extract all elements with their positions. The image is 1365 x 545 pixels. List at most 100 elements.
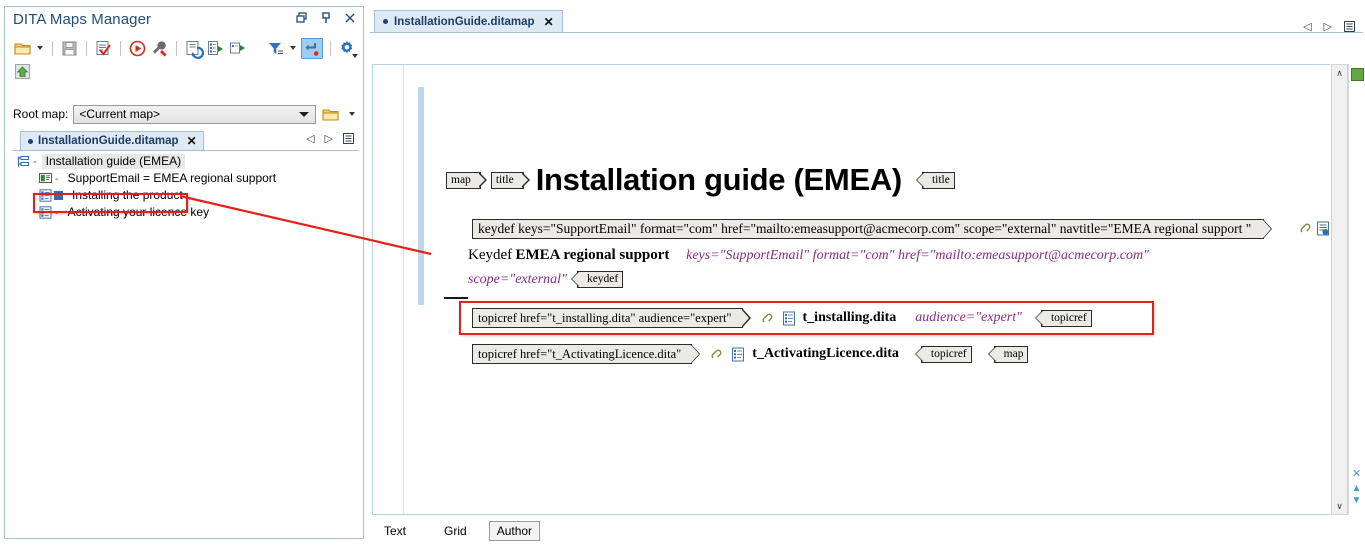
editor-tab-label: InstallationGuide.ditamap: [394, 15, 535, 28]
tab-grid[interactable]: Grid: [436, 521, 475, 541]
toolbar-separator: [52, 40, 53, 56]
root-map-value: <Current map>: [79, 107, 161, 121]
tree-row-installation-guide[interactable]: - Installation guide (EMEA): [11, 153, 360, 170]
panel-tab-label: InstallationGuide.ditamap: [38, 135, 179, 147]
panel-window-buttons: [295, 11, 357, 25]
close-editor-tab-icon[interactable]: ✕: [544, 15, 554, 29]
scroll-up-icon[interactable]: ∧: [1332, 65, 1347, 81]
keydef-link-icon[interactable]: [1299, 221, 1313, 235]
panel-tab-nav: ◁ ▷: [306, 132, 354, 145]
keydef-line2: scope="external" keydef: [468, 271, 1288, 288]
keydef-end-tag[interactable]: keydef: [570, 271, 624, 288]
refresh-references-icon[interactable]: [184, 39, 205, 59]
chevron-down-icon: [299, 112, 309, 117]
keydef-body: Keydef EMEA regional support keys="Suppo…: [468, 247, 1288, 288]
marker-overview-bar[interactable]: ✕ ▲ ▼: [1348, 64, 1364, 515]
status-badge: [1351, 68, 1364, 81]
previous-icon[interactable]: ◁: [306, 132, 314, 145]
editor-tab-nav: ◁ ▷: [1303, 20, 1355, 33]
close-markers-icon[interactable]: ✕: [1350, 468, 1363, 481]
previous-marker-icon[interactable]: ▲: [1350, 483, 1363, 495]
keydef-navtitle: EMEA regional support: [515, 247, 670, 263]
expand-all-icon[interactable]: [206, 39, 225, 58]
toolbar-separator: [120, 40, 121, 56]
topicref-end-tag[interactable]: topicref: [914, 345, 972, 363]
author-canvas[interactable]: map title Installation guide (EMEA) titl…: [372, 64, 1330, 515]
panel-tab-installationguide[interactable]: InstallationGuide.ditamap ✕: [20, 131, 204, 150]
root-map-row: Root map: <Current map>: [13, 104, 357, 124]
map-start-tag[interactable]: map: [446, 171, 487, 189]
browse-dropdown-caret-icon[interactable]: [349, 112, 355, 116]
title-start-tag[interactable]: title: [490, 171, 530, 189]
save-icon[interactable]: [60, 39, 79, 58]
tree-row-label: SupportEmail = EMEA regional support: [67, 171, 277, 185]
vertical-scrollbar[interactable]: ∧ ∨: [1331, 64, 1348, 515]
restore-icon[interactable]: [295, 11, 309, 25]
settings-gear-icon[interactable]: [338, 39, 358, 58]
open-folder-icon[interactable]: [13, 39, 32, 58]
pin-icon[interactable]: [319, 11, 333, 25]
panel-tabstrip: InstallationGuide.ditamap ✕ ◁ ▷: [12, 131, 359, 151]
map-end-tag[interactable]: map: [987, 345, 1029, 363]
dita-maps-manager-panel: DITA Maps Manager Root map: <Current map…: [4, 6, 364, 539]
topicref-row-activating[interactable]: topicref href="t_ActivatingLicence.dita"…: [472, 344, 1029, 364]
scroll-down-icon[interactable]: ∨: [1332, 498, 1347, 514]
keydef-attribute-tag[interactable]: keydef keys="SupportEmail" format="com" …: [472, 219, 1273, 239]
keydef-attrs-line1: keys="SupportEmail" format="com" href="m…: [686, 248, 1149, 263]
panel-title-bar: DITA Maps Manager: [5, 7, 363, 33]
tree-row-supportemail[interactable]: - SupportEmail = EMEA regional support: [11, 170, 360, 187]
block-rule-line: [444, 297, 468, 299]
configure-transform-icon[interactable]: [150, 39, 169, 58]
go-up-home-icon[interactable]: [13, 62, 32, 81]
keydef-icon: [11, 172, 52, 185]
tab-author[interactable]: Author: [488, 521, 541, 541]
keydef-reference-icon[interactable]: [1316, 221, 1330, 236]
editor-mode-tabs: Text Grid Author: [376, 520, 541, 542]
tab-list-icon[interactable]: [343, 133, 354, 144]
topicref-file-label: t_ActivatingLicence.dita: [752, 346, 899, 361]
modified-dot-icon: [383, 19, 388, 24]
element-depth-bar: [418, 87, 424, 305]
topic-file-icon: [731, 347, 745, 362]
map-root-icon: [11, 155, 30, 168]
transform-run-icon[interactable]: [128, 39, 147, 58]
editor-canvas-wrap: map title Installation guide (EMEA) titl…: [372, 39, 1364, 517]
document-title: Installation guide (EMEA): [535, 162, 903, 197]
next-icon[interactable]: ▷: [325, 132, 333, 145]
validate-icon[interactable]: [94, 39, 113, 58]
root-map-label: Root map:: [13, 107, 69, 121]
tree-marker: -: [33, 155, 37, 168]
settings-caret-icon[interactable]: [352, 53, 358, 58]
editor-area: InstallationGuide.ditamap ✕ ◁ ▷ map titl…: [370, 6, 1364, 545]
root-map-combobox[interactable]: <Current map>: [73, 104, 316, 124]
next-marker-icon[interactable]: ▼: [1350, 495, 1363, 507]
editor-tab-installationguide[interactable]: InstallationGuide.ditamap ✕: [374, 10, 563, 32]
close-icon[interactable]: [343, 11, 357, 25]
topicref-link-icon[interactable]: [710, 347, 724, 361]
previous-editor-icon[interactable]: ◁: [1303, 20, 1311, 33]
browse-folder-icon[interactable]: [321, 105, 342, 124]
next-editor-icon[interactable]: ▷: [1324, 20, 1332, 33]
toolbar-separator: [176, 40, 177, 56]
toolbar-separator: [330, 40, 331, 56]
tree-row-label: Installation guide (EMEA): [41, 154, 186, 169]
document-page[interactable]: map title Installation guide (EMEA) titl…: [403, 65, 1330, 514]
open-dropdown-caret-icon[interactable]: [37, 46, 43, 50]
editor-tabstrip: InstallationGuide.ditamap ✕ ◁ ▷: [370, 6, 1363, 33]
keydef-line1: Keydef EMEA regional support keys="Suppo…: [468, 247, 1288, 264]
link-with-editor-icon[interactable]: [301, 37, 323, 59]
collapse-all-icon[interactable]: [228, 39, 247, 58]
filter-dropdown-caret-icon[interactable]: [290, 46, 296, 50]
title-line: map title Installation guide (EMEA) titl…: [446, 163, 955, 197]
tree-row-highlight-callout: [33, 193, 188, 213]
topicref-attribute-tag[interactable]: topicref href="t_ActivatingLicence.dita": [472, 344, 701, 364]
keydef-attrs-line2: scope="external": [468, 271, 567, 287]
panel-toolbar: [5, 33, 363, 79]
tab-text[interactable]: Text: [376, 521, 414, 541]
filter-icon[interactable]: [266, 39, 285, 58]
close-tab-icon[interactable]: ✕: [187, 134, 197, 148]
modified-dot-icon: [28, 138, 33, 144]
editor-list-icon[interactable]: [1344, 21, 1355, 32]
topicref-row-highlight-callout: [459, 301, 1154, 335]
title-end-tag[interactable]: title: [915, 171, 955, 189]
